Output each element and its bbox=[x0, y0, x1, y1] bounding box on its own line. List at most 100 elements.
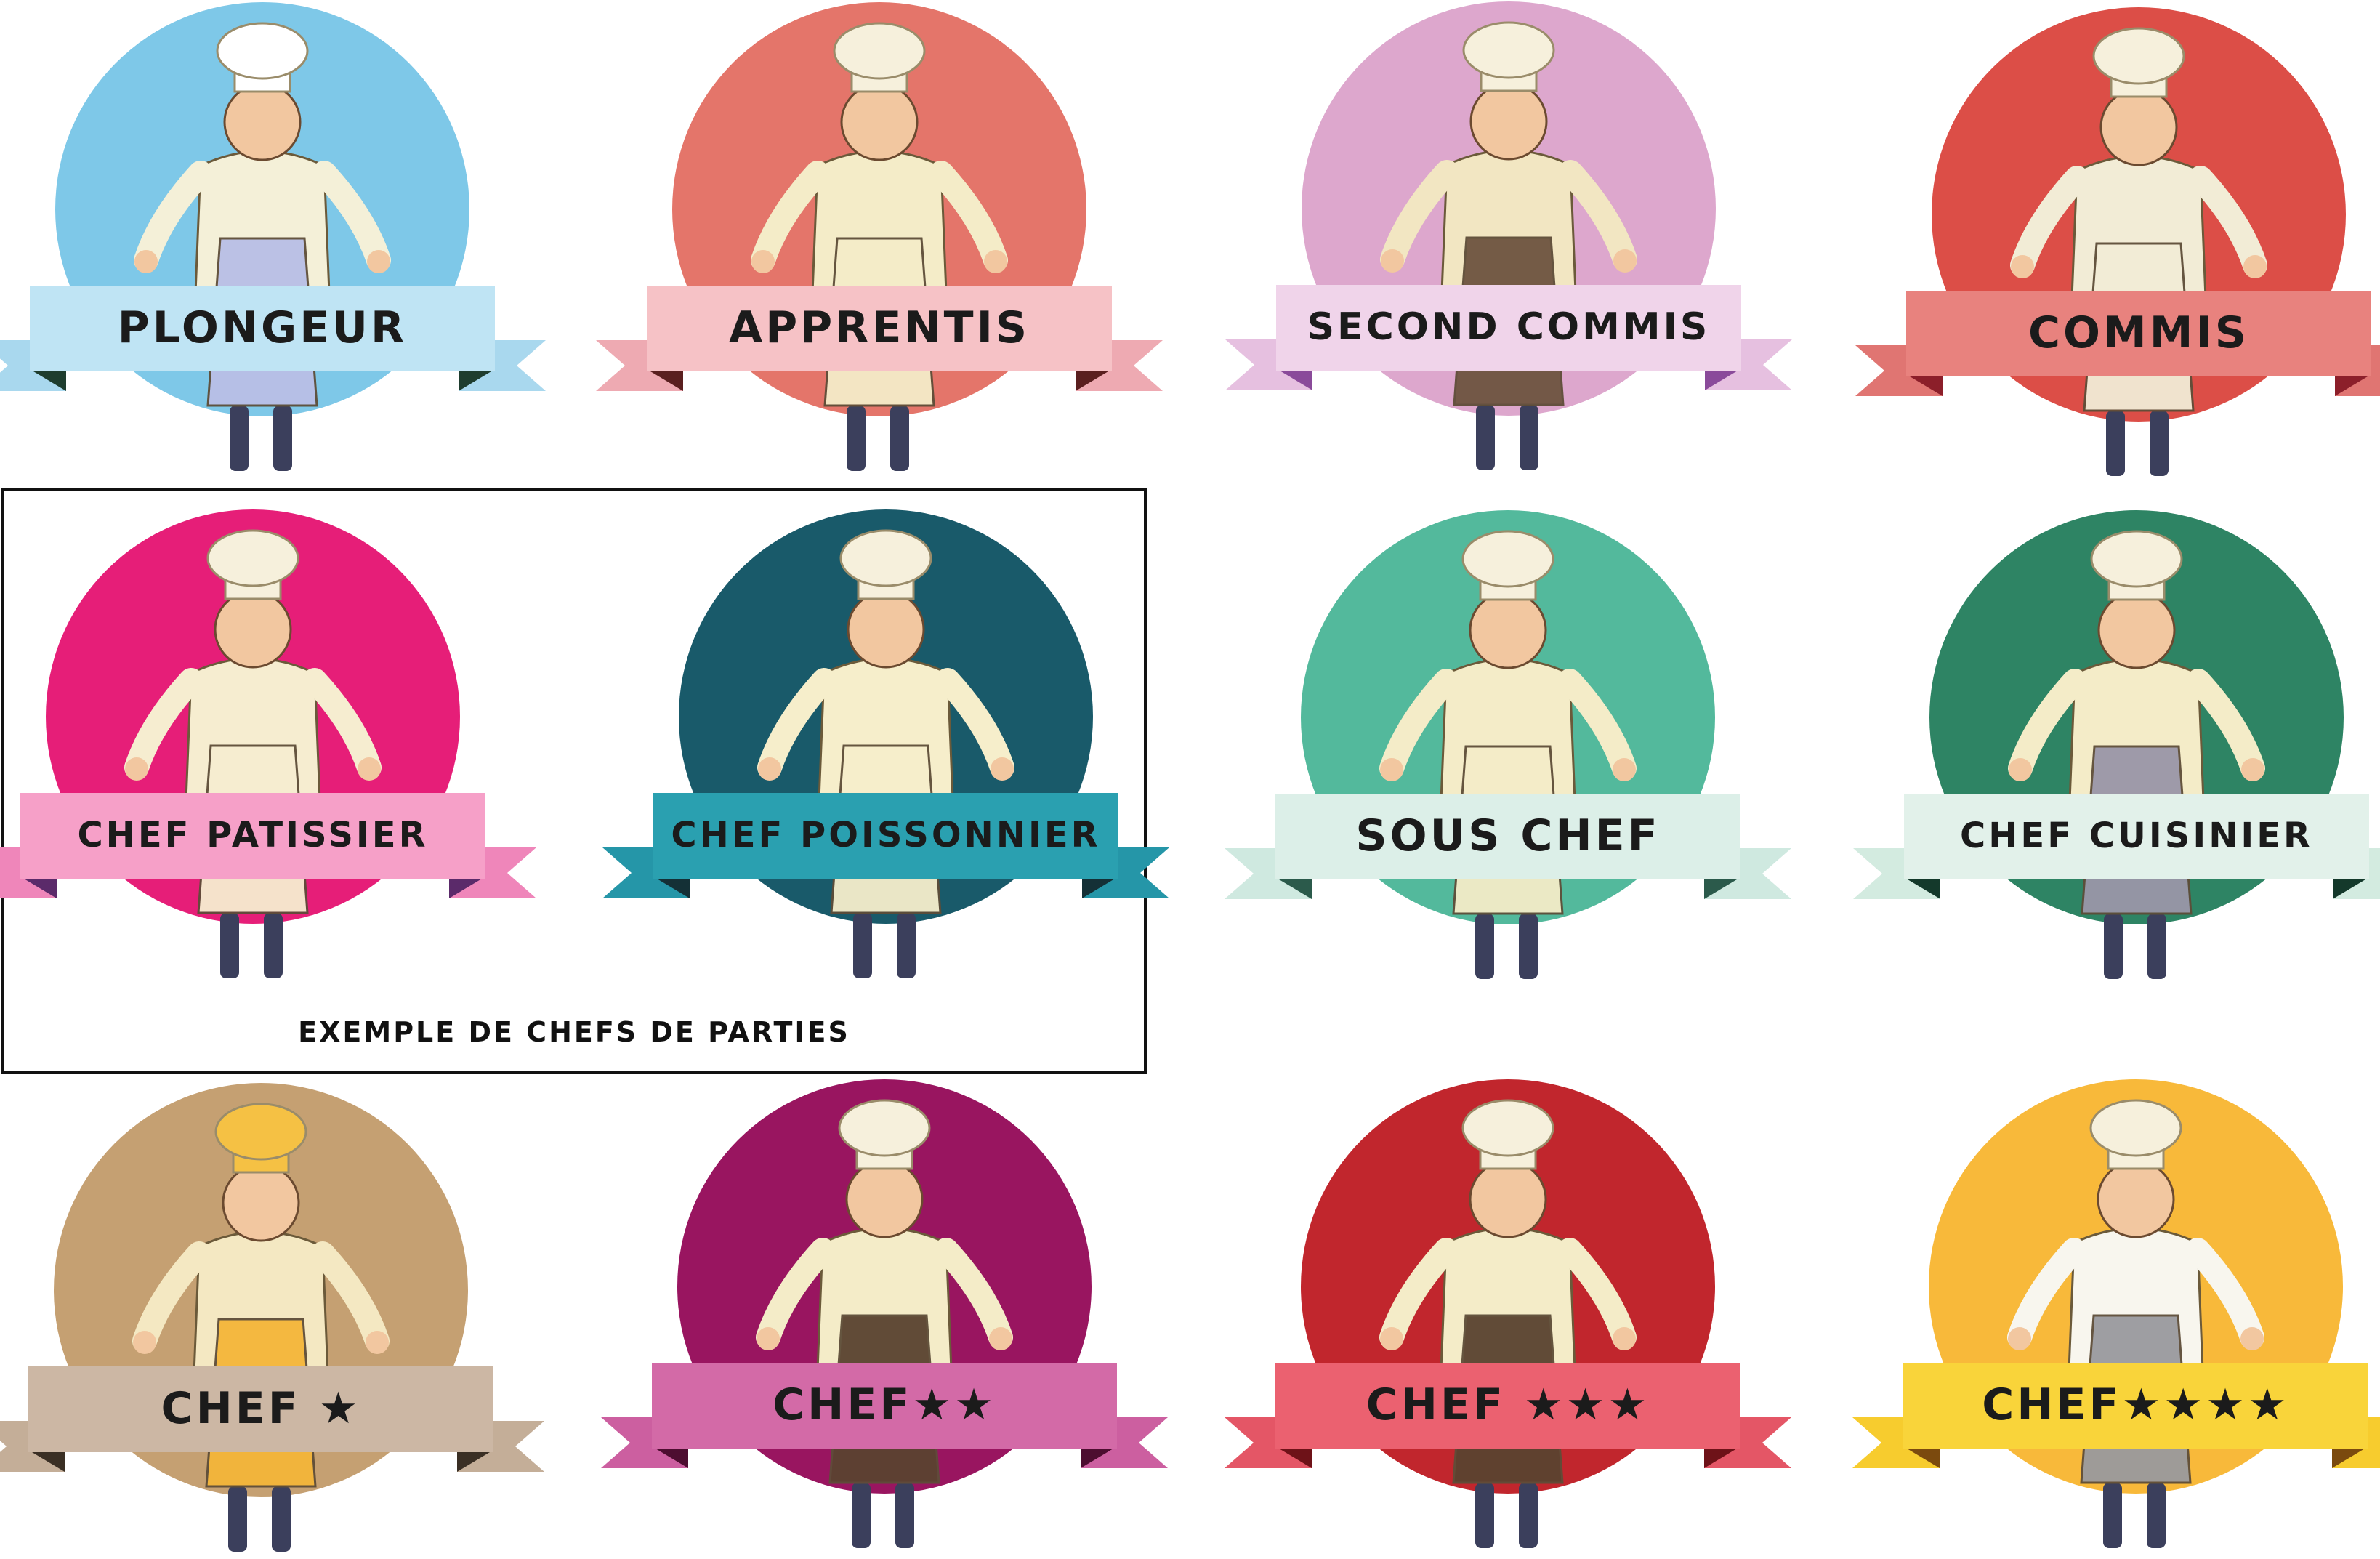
chef-hand-left bbox=[758, 757, 781, 781]
chef-hat-top bbox=[1462, 21, 1555, 79]
badge-chef-three-stars: CHEF ★★★ bbox=[1195, 1076, 1820, 1555]
badge-chef-two-stars: CHEF★★ bbox=[572, 1076, 1197, 1555]
legend-caption: EXEMPLE DE CHEFS DE PARTIES bbox=[298, 1016, 850, 1048]
chef-hand-right bbox=[1613, 1327, 1636, 1350]
badge-artwork bbox=[602, 509, 1169, 978]
chef-head bbox=[2099, 88, 2178, 166]
chef-hat-top bbox=[2090, 530, 2183, 588]
badge-artwork bbox=[1225, 1, 1792, 470]
badge-label: PLONGEUR bbox=[117, 302, 408, 353]
chef-hat-top bbox=[2089, 1099, 2182, 1157]
badge-artwork bbox=[0, 2, 546, 471]
chef-leg-left bbox=[228, 1486, 247, 1552]
chef-hand-right bbox=[2243, 255, 2267, 278]
badge-artwork bbox=[1853, 510, 2380, 979]
chef-head bbox=[840, 83, 919, 161]
chef-head bbox=[1469, 82, 1548, 161]
chef-hat-top bbox=[833, 22, 926, 80]
chef-head bbox=[222, 1164, 300, 1242]
chef-hand-left bbox=[2008, 1327, 2031, 1350]
chef-head bbox=[1469, 1160, 1547, 1238]
chef-leg-right bbox=[2147, 914, 2166, 979]
chef-hand-right bbox=[2240, 1327, 2264, 1350]
badge-label: SECOND COMMIS bbox=[1307, 305, 1711, 349]
chef-head bbox=[2097, 1160, 2175, 1238]
badge-artwork bbox=[1855, 7, 2380, 476]
chef-hand-left bbox=[757, 1327, 780, 1350]
chef-hand-left bbox=[1380, 1327, 1403, 1350]
chef-leg-right bbox=[2147, 1483, 2166, 1548]
chef-head bbox=[845, 1160, 924, 1238]
chef-hand-right bbox=[991, 757, 1014, 781]
chef-hand-left bbox=[133, 1331, 156, 1354]
chef-leg-left bbox=[220, 913, 239, 978]
chef-leg-left bbox=[1476, 405, 1495, 470]
badge-chef-cuisinier: CHEF CUISINIER bbox=[1824, 507, 2380, 986]
chef-hat-top bbox=[838, 1099, 931, 1157]
chef-leg-left bbox=[847, 406, 866, 471]
chef-head bbox=[214, 590, 292, 669]
chef-leg-left bbox=[853, 913, 872, 978]
chef-hand-right bbox=[1613, 249, 1637, 273]
badge-artwork bbox=[1852, 1079, 2380, 1548]
chef-hand-right bbox=[358, 757, 381, 781]
chef-hat-top bbox=[1461, 1099, 1554, 1157]
chef-hand-right bbox=[1613, 758, 1636, 781]
chef-leg-left bbox=[852, 1483, 871, 1548]
badge-label: SOUS CHEF bbox=[1355, 810, 1661, 861]
badge-artwork bbox=[1225, 1079, 1791, 1548]
chef-leg-left bbox=[230, 406, 249, 471]
chef-hat-top bbox=[1461, 530, 1554, 588]
badge-artwork bbox=[1225, 510, 1791, 979]
chef-hat-top bbox=[839, 529, 932, 587]
chef-hand-left bbox=[125, 757, 148, 781]
chef-hand-left bbox=[134, 250, 158, 273]
badge-chef-one-star: CHEF ★ bbox=[0, 1079, 573, 1559]
badge-artwork bbox=[596, 2, 1163, 471]
badge-plongeur: PLONGEUR bbox=[0, 0, 575, 478]
chef-hand-right bbox=[367, 250, 390, 273]
chef-leg-right bbox=[1519, 914, 1538, 979]
chef-leg-right bbox=[2150, 411, 2169, 476]
badge-artwork bbox=[0, 1083, 544, 1552]
chef-leg-right bbox=[1519, 1483, 1538, 1548]
chef-leg-right bbox=[272, 1486, 291, 1552]
badge-apprentis: APPRENTIS bbox=[567, 0, 1192, 478]
badge-chef-poissonnier: CHEF POISSONNIER bbox=[573, 506, 1198, 986]
chef-hand-left bbox=[751, 250, 775, 273]
badge-label: APPRENTIS bbox=[728, 302, 1030, 353]
chef-hat-top bbox=[216, 22, 309, 80]
chef-hat-top bbox=[214, 1103, 307, 1161]
chef-head bbox=[2097, 591, 2176, 669]
chef-leg-right bbox=[895, 1483, 914, 1548]
badge-sous-chef: SOUS CHEF bbox=[1195, 507, 1820, 986]
chef-hat-top bbox=[206, 529, 299, 587]
chef-hand-left bbox=[1381, 249, 1404, 273]
chef-leg-right bbox=[897, 913, 916, 978]
chef-head bbox=[1469, 591, 1547, 669]
chef-hand-right bbox=[2241, 758, 2264, 781]
chef-leg-left bbox=[1475, 1483, 1494, 1548]
chef-head bbox=[223, 83, 302, 161]
badge-label: CHEF ★ bbox=[161, 1383, 361, 1434]
badge-label: CHEF★★★★ bbox=[1982, 1379, 2290, 1430]
chef-hat-top bbox=[2092, 27, 2185, 85]
badge-artwork bbox=[601, 1079, 1168, 1548]
chef-hand-right bbox=[989, 1327, 1012, 1350]
badge-label: CHEF PATISSIER bbox=[77, 815, 429, 856]
chef-leg-right bbox=[273, 406, 292, 471]
chef-hand-left bbox=[2011, 255, 2034, 278]
badge-artwork bbox=[0, 509, 536, 978]
badge-label: CHEF CUISINIER bbox=[1960, 815, 2313, 857]
chef-leg-left bbox=[1475, 914, 1494, 979]
chef-hand-left bbox=[1380, 758, 1403, 781]
chef-leg-right bbox=[1520, 405, 1538, 470]
chef-leg-right bbox=[890, 406, 909, 471]
badge-second-commis: SECOND COMMIS bbox=[1196, 0, 1821, 478]
chef-head bbox=[847, 590, 925, 669]
badge-chef-patissier: CHEF PATISSIER bbox=[0, 506, 565, 986]
chef-leg-left bbox=[2104, 914, 2123, 979]
chef-hand-left bbox=[2009, 758, 2032, 781]
chef-hand-right bbox=[984, 250, 1007, 273]
badge-label: CHEF POISSONNIER bbox=[671, 815, 1101, 856]
